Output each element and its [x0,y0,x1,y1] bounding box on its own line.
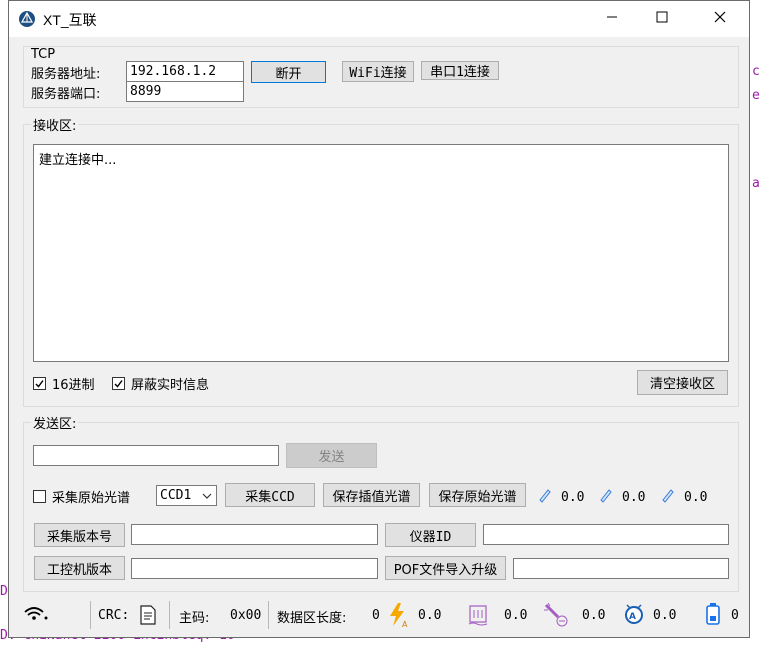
battery-icon [705,602,721,630]
send-button[interactable]: 发送 [286,443,377,468]
receive-textarea[interactable]: 建立连接中... [33,144,729,362]
upgrade-path-field[interactable] [513,558,729,579]
status-separator [169,601,170,629]
mask-realtime-checkbox-label: 屏蔽实时信息 [131,378,210,393]
battery-value: 0 [731,608,739,623]
title-bar[interactable]: XT_互联 [9,1,749,37]
background-char-1: c [752,64,760,79]
wifi-icon [23,605,49,627]
save-raw-spectrum-button[interactable]: 保存原始光谱 [429,483,526,507]
server-address-label: 服务器地址: [31,67,101,82]
send-input[interactable] [33,445,279,466]
send-group-label: 发送区: [31,413,79,432]
document-icon [139,605,157,629]
crc-label: CRC: [98,608,130,623]
ipc-version-field[interactable] [131,558,378,579]
background-char-3: a [752,176,760,191]
temp-value: 0.0 [653,608,677,623]
collect-ccd-button[interactable]: 采集CCD [225,483,315,507]
pof-upgrade-button[interactable]: POF文件导入升级 [385,556,506,580]
mask-realtime-checkbox[interactable]: 屏蔽实时信息 [112,374,209,393]
ipc-version-button[interactable]: 工控机版本 [34,556,125,580]
pen-icon [660,487,676,507]
svg-text:A: A [402,620,408,628]
minimize-button[interactable] [589,1,635,37]
main-code-label: 主码: [179,611,210,626]
minimize-icon [606,11,618,27]
clear-receive-button[interactable]: 清空接收区 [637,370,728,395]
close-button[interactable] [697,1,743,37]
tcp-group-label: TCP [31,47,56,62]
pen-value-1: 0.0 [561,489,585,505]
server-address-input[interactable]: 192.168.1.2 [126,61,244,82]
instrument-id-field[interactable] [483,524,729,545]
background-char-2: e [752,88,760,103]
collect-version-button[interactable]: 采集版本号 [34,523,125,547]
hex-checkbox[interactable]: 16进制 [33,374,95,393]
server-port-label: 服务器端口: [31,87,101,102]
window-title: XT_互联 [43,12,97,28]
lamp-icon [542,602,570,632]
maximize-icon [656,11,668,27]
hex-checkbox-box[interactable] [33,377,46,390]
serial-connect-button[interactable]: 串口1连接 [421,61,499,80]
collect-raw-checkbox-label: 采集原始光谱 [52,491,131,506]
save-interp-spectrum-button[interactable]: 保存插值光谱 [323,483,420,507]
collect-raw-checkbox[interactable]: 采集原始光谱 [33,487,130,506]
version-field[interactable] [131,524,378,545]
pen-icon [598,487,614,507]
lightning-icon: A [387,602,409,632]
hex-checkbox-label: 16进制 [52,378,95,393]
status-separator [268,601,269,629]
disconnect-button[interactable]: 断开 [251,61,326,83]
data-length-value: 0 [372,608,380,623]
thermometer-icon: A [622,602,646,630]
instrument-id-button[interactable]: 仪器ID [385,523,476,547]
water-tank-icon [467,604,489,630]
status-separator [90,601,91,629]
pen-indicator-1: 0.0 [537,487,584,507]
receive-group-label: 接收区: [31,115,79,134]
main-code-value: 0x00 [230,608,262,623]
lamp-value: 0.0 [582,608,606,623]
chevron-down-icon [202,490,212,505]
main-window: XT_互联 TCP 服务器地址: 192.168.1.2 服务器端口: 8899… [8,0,750,638]
current-value: 0.0 [418,608,442,623]
maximize-button[interactable] [639,1,685,37]
app-logo-icon [18,10,36,28]
pen-indicator-3: 0.0 [660,487,707,507]
water-value: 0.0 [504,608,528,623]
status-bar: CRC: 主码: 0x00 数据区长度: 0 A 0.0 0.0 0.0 A 0… [9,597,749,637]
mask-realtime-checkbox-box[interactable] [112,377,125,390]
pen-icon [537,487,553,507]
server-port-input[interactable]: 8899 [126,81,244,102]
wifi-connect-button[interactable]: WiFi连接 [342,61,414,82]
ccd-select-value: CCD1 [160,488,192,503]
data-length-label: 数据区长度: [277,611,347,626]
pen-indicator-2: 0.0 [598,487,645,507]
svg-text:A: A [629,612,636,622]
pen-value-2: 0.0 [622,489,646,505]
collect-raw-checkbox-box[interactable] [33,490,46,503]
close-icon [714,11,726,27]
receive-content: 建立连接中... [39,153,117,168]
ccd-select[interactable]: CCD1 [156,485,217,506]
pen-value-3: 0.0 [684,489,708,505]
